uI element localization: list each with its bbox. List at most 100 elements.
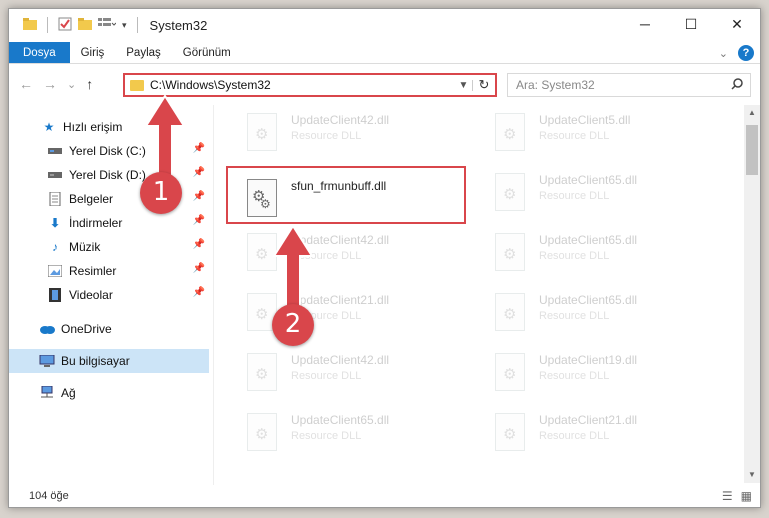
file-type: Resource DLL	[291, 130, 362, 142]
sidebar-item-downloads[interactable]: ⬇ İndirmeler 📌	[9, 211, 209, 235]
file-name: UpdateClient21.dll	[539, 413, 638, 427]
ribbon-tabs: Dosya Giriş Paylaş Görünüm ⌄ ?	[9, 42, 760, 64]
dll-file-icon: ⚙	[491, 351, 531, 397]
vertical-scrollbar[interactable]: ▲ ▼	[744, 105, 760, 483]
pin-icon[interactable]: 📌	[193, 167, 205, 178]
scroll-thumb[interactable]	[746, 125, 758, 175]
dll-file-icon: ⚙	[243, 411, 283, 457]
sidebar-item-network[interactable]: Ağ	[9, 381, 209, 405]
pin-icon[interactable]: 📌	[193, 239, 205, 250]
list-item[interactable]: ⚙ UpdateClient65.dll Resource DLL	[491, 231, 721, 283]
scroll-up-icon[interactable]: ▲	[744, 105, 760, 121]
dll-file-icon: ⚙	[243, 111, 283, 157]
tab-giris[interactable]: Giriş	[70, 42, 116, 63]
list-item[interactable]: ⚙ UpdateClient42.dll Resource DLL	[243, 111, 473, 163]
search-input[interactable]: Ara: System32	[507, 73, 751, 97]
help-icon[interactable]: ?	[738, 45, 754, 61]
sidebar-item-label: Müzik	[69, 240, 101, 254]
list-item[interactable]: ⚙ UpdateClient5.dll Resource DLL	[491, 111, 721, 163]
file-name: UpdateClient42.dll	[291, 113, 390, 127]
dll-file-icon: ⚙	[491, 291, 531, 337]
sidebar-item-this-pc[interactable]: Bu bilgisayar	[9, 349, 209, 373]
pane-divider[interactable]	[213, 105, 214, 485]
list-item[interactable]: ⚙ UpdateClient42.dll Resource DLL	[243, 351, 473, 403]
up-button[interactable]: ↑	[86, 76, 93, 92]
pin-icon[interactable]: 📌	[193, 191, 205, 202]
chevron-down-icon[interactable]: ▼	[455, 79, 473, 91]
quick-access-toolbar: ▾	[23, 17, 142, 34]
item-count: 104 öğe	[29, 490, 69, 502]
folder-icon	[130, 79, 144, 91]
cloud-icon	[39, 321, 55, 337]
chevron-down-icon[interactable]: ⌄	[719, 47, 728, 60]
back-button[interactable]: ←	[19, 76, 33, 92]
tab-paylas[interactable]: Paylaş	[115, 42, 172, 63]
list-item[interactable]: ⚙ UpdateClient65.dll Resource DLL	[491, 171, 721, 223]
file-name: UpdateClient65.dll	[539, 233, 638, 247]
sidebar-item-onedrive[interactable]: OneDrive	[9, 317, 209, 341]
list-item[interactable]: ⚙ UpdateClient21.dll Resource DLL	[491, 411, 721, 463]
network-icon	[39, 385, 55, 401]
dll-file-icon: ⚙	[491, 111, 531, 157]
file-name: UpdateClient65.dll	[539, 173, 638, 187]
pin-icon[interactable]: 📌	[193, 215, 205, 226]
sidebar-item-videos[interactable]: Videolar 📌	[9, 283, 209, 307]
properties-icon[interactable]	[58, 17, 72, 34]
list-item[interactable]: ⚙ UpdateClient65.dll Resource DLL	[491, 291, 721, 343]
customize-toolbar-icon[interactable]	[98, 17, 117, 33]
recent-locations-button[interactable]: ⌄	[67, 78, 76, 91]
file-name: UpdateClient42.dll	[291, 353, 390, 367]
scroll-down-icon[interactable]: ▼	[744, 467, 760, 483]
file-type: Resource DLL	[539, 250, 610, 262]
address-path[interactable]: C:\Windows\System32	[150, 78, 455, 92]
navigation-bar: ← → ⌄ ↑ C:\Windows\System32 ▼ ↻ Ara: Sys…	[9, 67, 760, 101]
pin-icon[interactable]: 📌	[193, 287, 205, 298]
file-type: Resource DLL	[539, 430, 610, 442]
file-type: Resource DLL	[291, 430, 362, 442]
drive-icon	[47, 143, 63, 159]
list-item[interactable]: ⚙ UpdateClient19.dll Resource DLL	[491, 351, 721, 403]
folder-icon	[23, 17, 37, 33]
sidebar-item-label: İndirmeler	[69, 216, 123, 230]
status-bar: 104 öğe ☰ ▦	[9, 485, 760, 507]
file-type: Resource DLL	[539, 130, 610, 142]
refresh-button[interactable]: ↻	[473, 77, 495, 93]
sidebar-item-music[interactable]: ♪ Müzik 📌	[9, 235, 209, 259]
search-placeholder[interactable]: Ara: System32	[516, 78, 731, 92]
nav-buttons: ← → ⌄ ↑	[19, 76, 93, 92]
pin-icon[interactable]: 📌	[193, 263, 205, 274]
search-icon[interactable]	[731, 77, 743, 93]
sidebar-item-label: Yerel Disk (D:)	[69, 168, 146, 182]
sidebar-item-label: Resimler	[69, 264, 117, 278]
separator	[136, 17, 138, 33]
documents-icon	[47, 191, 63, 207]
sidebar-item-pictures[interactable]: Resimler 📌	[9, 259, 209, 283]
tab-dosya[interactable]: Dosya	[9, 42, 70, 63]
star-icon: ★	[43, 120, 55, 134]
callout-2: 2	[272, 304, 314, 346]
minimize-button[interactable]: ─	[622, 9, 668, 39]
sidebar-item-label: Ağ	[61, 386, 76, 400]
title-bar: ▾ System32 ─ ☐ ✕	[9, 9, 760, 41]
sidebar-item-label: Videolar	[69, 288, 113, 302]
sidebar-item-label: Bu bilgisayar	[61, 354, 130, 368]
details-view-icon[interactable]: ☰	[722, 489, 733, 503]
view-toggle: ☰ ▦	[722, 489, 752, 503]
window-controls: ─ ☐ ✕	[622, 9, 760, 39]
close-button[interactable]: ✕	[714, 9, 760, 39]
dropdown-arrow-icon[interactable]: ▾	[122, 20, 127, 31]
tab-gorunum[interactable]: Görünüm	[172, 42, 242, 63]
drive-icon	[47, 167, 63, 183]
dll-file-icon: ⚙	[491, 231, 531, 277]
sidebar-item-label: Hızlı erişim	[63, 120, 123, 134]
large-icons-view-icon[interactable]: ▦	[741, 489, 752, 503]
list-item[interactable]: ⚙ UpdateClient65.dll Resource DLL	[243, 411, 473, 463]
new-folder-icon[interactable]	[78, 17, 92, 33]
explorer-window: ▾ System32 ─ ☐ ✕ Dosya Giriş Paylaş Görü…	[8, 8, 761, 508]
maximize-button[interactable]: ☐	[668, 9, 714, 39]
file-name: UpdateClient65.dll	[291, 413, 390, 427]
sidebar-item-label: Belgeler	[69, 192, 114, 206]
pictures-icon	[47, 263, 63, 279]
pin-icon[interactable]: 📌	[193, 143, 205, 154]
forward-button[interactable]: →	[43, 76, 57, 92]
